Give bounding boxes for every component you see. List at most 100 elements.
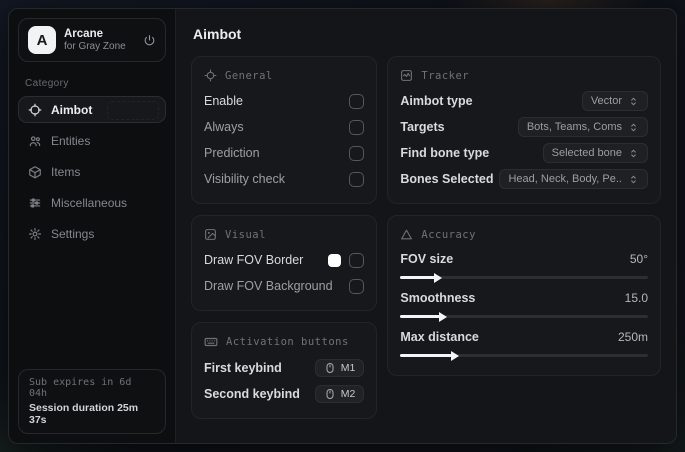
sidebar-item-label: Miscellaneous — [51, 195, 128, 210]
slider-thumb[interactable] — [438, 311, 447, 322]
sliders-icon — [28, 196, 42, 210]
setting-row: Draw FOV Border — [204, 247, 365, 273]
setting-row: Find bone type Selected bone — [400, 140, 648, 166]
card-title: General — [225, 69, 273, 82]
app-window: A Arcane for Gray Zone Category Aimbot E… — [8, 8, 677, 444]
subscription-footer: Sub expires in 6d 04h Session duration 2… — [18, 369, 166, 434]
mouse-icon — [324, 388, 336, 400]
visibility-check-checkbox[interactable] — [349, 171, 365, 187]
power-icon[interactable] — [143, 34, 156, 47]
sidebar-item-miscellaneous[interactable]: Miscellaneous — [18, 189, 166, 216]
page-title: Aimbot — [193, 26, 242, 42]
setting-label: Targets — [400, 120, 445, 134]
setting-label: Enable — [204, 94, 243, 108]
slider-block: Smoothness 15.0 — [400, 286, 648, 322]
watermark — [107, 101, 159, 120]
slider-value: 250m — [617, 330, 648, 344]
aimbot-type-dropdown[interactable]: Vector — [581, 91, 648, 111]
draw-fov-background-checkbox[interactable] — [349, 278, 365, 294]
session-duration-text: Session duration 25m 37s — [29, 402, 139, 426]
setting-label: Always — [204, 120, 244, 134]
keyboard-icon — [204, 335, 218, 349]
draw-fov-border-checkbox[interactable] — [349, 252, 365, 268]
main-content: Aimbot General Enable Always Prediction … — [176, 9, 676, 443]
chevrons-up-down-icon — [628, 122, 639, 133]
sidebar-item-settings[interactable]: Settings — [18, 220, 166, 247]
setting-row: Bones Selected Head, Neck, Body, Pe.. — [400, 166, 648, 192]
card-title: Visual — [225, 228, 266, 241]
card-title: Tracker — [421, 69, 470, 82]
dropdown-value: Bots, Teams, Coms — [526, 121, 622, 133]
triangle-icon — [400, 228, 413, 241]
first-keybind-button[interactable]: M1 — [314, 359, 365, 377]
slider-block: FOV size 50° — [400, 247, 648, 283]
sidebar-item-label: Aimbot — [51, 102, 93, 117]
visual-card: Visual Draw FOV Border Draw FOV Backgrou… — [191, 215, 378, 311]
chevrons-up-down-icon — [628, 148, 639, 159]
setting-label: Draw FOV Border — [204, 253, 304, 267]
chevrons-up-down-icon — [628, 96, 639, 107]
setting-row: Prediction — [204, 140, 365, 166]
setting-label: Visibility check — [204, 172, 286, 186]
app-subtitle: for Gray Zone — [64, 40, 126, 52]
app-logo: A — [28, 26, 56, 54]
setting-label: Find bone type — [400, 146, 490, 160]
setting-row: Targets Bots, Teams, Coms — [400, 114, 648, 140]
bones-selected-dropdown[interactable]: Head, Neck, Body, Pe.. — [499, 169, 648, 189]
sidebar-item-label: Settings — [51, 226, 95, 241]
tracker-card: Tracker Aimbot type Vector Targets Bots,… — [387, 56, 661, 204]
setting-label: Draw FOV Background — [204, 279, 333, 293]
dropdown-value: Selected bone — [551, 147, 622, 159]
setting-row: Always — [204, 114, 365, 140]
find-bone-type-dropdown[interactable]: Selected bone — [542, 143, 648, 163]
mouse-icon — [324, 362, 336, 374]
sidebar-item-label: Entities — [51, 133, 91, 148]
setting-row: Aimbot type Vector — [400, 88, 648, 114]
setting-label: Prediction — [204, 146, 260, 160]
gear-icon — [28, 227, 42, 241]
dropdown-value: Head, Neck, Body, Pe.. — [508, 173, 622, 185]
slider-thumb[interactable] — [434, 272, 443, 283]
slider-block: Max distance 250m — [400, 325, 648, 361]
slider-value: 15.0 — [624, 291, 648, 305]
enable-checkbox[interactable] — [349, 93, 365, 109]
dropdown-value: Vector — [590, 95, 622, 107]
slider-label: Smoothness — [400, 291, 476, 305]
targets-dropdown[interactable]: Bots, Teams, Coms — [517, 117, 648, 137]
activation-card: Activation buttons First keybind M1 Seco… — [191, 322, 378, 419]
second-keybind-button[interactable]: M2 — [314, 385, 365, 403]
keybind-value: M1 — [340, 362, 356, 374]
setting-label: Aimbot type — [400, 94, 473, 108]
smoothness-slider[interactable] — [400, 311, 648, 322]
slider-value: 50° — [629, 252, 648, 266]
entities-icon — [28, 134, 42, 148]
setting-label: Second keybind — [204, 387, 300, 401]
card-title: Accuracy — [421, 228, 476, 241]
slider-label: FOV size — [400, 252, 454, 266]
prediction-checkbox[interactable] — [349, 145, 365, 161]
always-checkbox[interactable] — [349, 119, 365, 135]
card-title: Activation buttons — [226, 336, 349, 348]
chevrons-up-down-icon — [628, 174, 639, 185]
setting-row: Enable — [204, 88, 365, 114]
category-label: Category — [25, 78, 69, 89]
setting-label: Bones Selected — [400, 172, 494, 186]
crosshair-icon — [28, 103, 42, 117]
max-distance-slider[interactable] — [400, 350, 648, 361]
general-card: General Enable Always Prediction Visibil… — [191, 56, 378, 204]
box-icon — [28, 165, 42, 179]
sub-expires-text: Sub expires in 6d 04h — [29, 377, 132, 399]
setting-label: First keybind — [204, 361, 282, 375]
sidebar-item-aimbot[interactable]: Aimbot — [18, 96, 166, 123]
setting-row: Visibility check — [204, 166, 365, 192]
fov-size-slider[interactable] — [400, 272, 648, 283]
sidebar: A Arcane for Gray Zone Category Aimbot E… — [9, 9, 176, 443]
slider-thumb[interactable] — [451, 350, 460, 361]
setting-row: Second keybind M2 — [204, 381, 365, 407]
radar-icon — [400, 69, 413, 82]
sidebar-item-entities[interactable]: Entities — [18, 127, 166, 154]
sidebar-item-label: Items — [51, 164, 81, 179]
setting-row: Draw FOV Background — [204, 273, 365, 299]
fov-border-color-swatch[interactable] — [328, 253, 342, 267]
sidebar-item-items[interactable]: Items — [18, 158, 166, 185]
